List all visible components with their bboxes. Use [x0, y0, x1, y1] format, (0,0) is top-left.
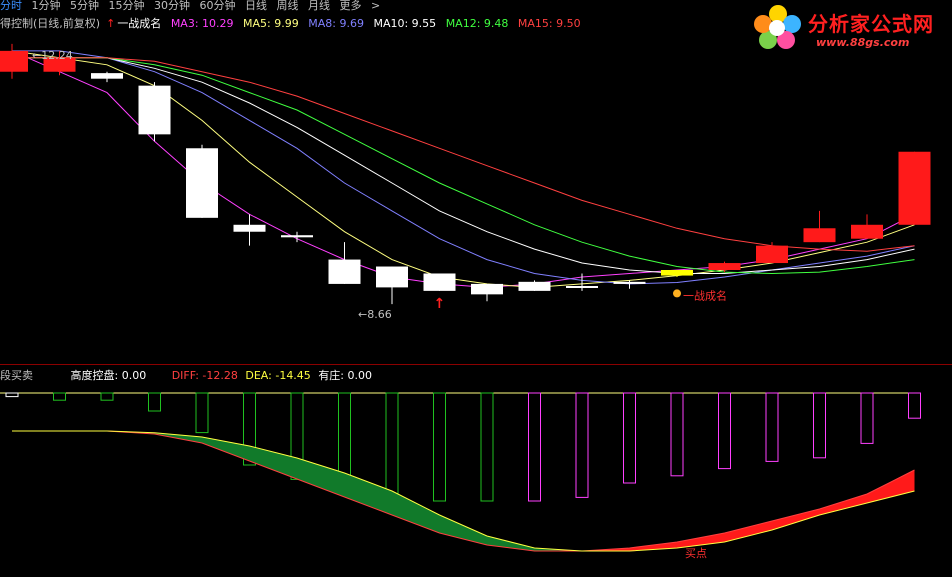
sub-title: 段买卖: [0, 369, 33, 382]
period-tab-1min[interactable]: 1分钟: [32, 0, 61, 12]
period-tab-15min[interactable]: 15分钟: [109, 0, 145, 12]
candle-body: [756, 245, 788, 264]
candle-body: [138, 85, 171, 135]
sub-bar: [195, 392, 209, 434]
ma8-label: MA8: 9.69: [308, 17, 364, 30]
sub-bar: [385, 392, 399, 498]
diff-label: DIFF: -12.28: [171, 369, 238, 382]
candle-body: [566, 286, 598, 288]
sub-bar: [148, 392, 161, 412]
sub-bar: [860, 392, 874, 444]
flower-logo-icon: [754, 5, 801, 49]
candle-body: [661, 270, 693, 276]
pane-divider: [0, 364, 952, 365]
ma5-label: MA5: 9.99: [243, 17, 299, 30]
ma10-label: MA10: 9.55: [373, 17, 437, 30]
period-tab-daily[interactable]: 日线: [245, 0, 267, 12]
candle-body: [708, 263, 741, 270]
sub-bar: [528, 392, 541, 502]
candle-body: [186, 148, 218, 218]
site-logo: 分析家公式网 www.88gs.com: [750, 2, 950, 52]
sub-bar: [718, 392, 731, 470]
candle-body: [851, 224, 883, 239]
zhuang-label: 有庄: 0.00: [318, 369, 373, 382]
indicator-title: 得控制(日线,前复权): [0, 17, 101, 30]
buy-arrow-icon: ↑: [434, 296, 446, 312]
ma12-label: MA12: 9.48: [445, 17, 509, 30]
sub-bar: [670, 392, 684, 477]
period-tab-30min[interactable]: 30分钟: [154, 0, 190, 12]
main-legend: 得控制(日线,前复权) ↑ 一战成名 MA3: 10.29 MA5: 9.99 MA…: [0, 15, 587, 31]
candle-body: [328, 259, 361, 284]
signal-label: 一战成名: [117, 17, 162, 30]
period-tab-60min[interactable]: 60分钟: [200, 0, 236, 12]
logo-url: www.88gs.com: [816, 36, 910, 49]
sub-bar: [53, 392, 66, 401]
diff-dea-band: [344, 473, 392, 515]
candle-body: [0, 50, 28, 72]
candle-body: [471, 283, 503, 295]
diff-dea-band: [439, 515, 487, 545]
candle-body: [803, 228, 836, 243]
candle-body: [91, 73, 123, 79]
sub-bar: [433, 392, 446, 502]
candle-body: [281, 235, 313, 238]
sub-bar: [100, 392, 114, 401]
sub-bar: [480, 392, 494, 502]
candle-body: [613, 281, 646, 284]
candle-body: [376, 266, 408, 288]
sub-bar: [338, 392, 351, 484]
low-price-label: ←8.66: [358, 308, 392, 321]
sub-bar: [575, 392, 589, 498]
period-tab-monthly[interactable]: 月线: [308, 0, 330, 12]
sub-signal-annotation: 买点: [685, 547, 707, 560]
diff-dea-band: [202, 437, 250, 461]
sub-bar: [813, 392, 826, 459]
chart-stage: ←12.24 ←8.66 ↑ 一战成名 买点: [0, 0, 952, 573]
logo-title: 分析家公式网: [808, 12, 934, 36]
candle-body: [233, 224, 266, 232]
ma15-label: MA15: 9.50: [517, 17, 581, 30]
diff-dea-band: [249, 446, 297, 479]
sub-legend: 段买卖 高度控盘: 0.00 DIFF: -12.28 DEA: -14.45 …: [0, 367, 376, 383]
chevron-right-icon[interactable]: >: [371, 0, 380, 12]
signal-annotation: 一战成名: [683, 288, 727, 302]
ma3-label: MA3: 10.29: [170, 17, 234, 30]
diff-dea-band: [867, 470, 915, 503]
dea-label: DEA: -14.45: [245, 369, 311, 382]
candle-body: [423, 273, 456, 291]
control-label: 高度控盘: 0.00: [70, 369, 147, 382]
candle-body: [518, 281, 551, 291]
period-tab-weekly[interactable]: 周线: [277, 0, 299, 12]
signal-dot-icon: [673, 289, 681, 298]
period-tab-intraday[interactable]: 分时: [0, 0, 22, 12]
candle-body: [898, 151, 931, 225]
up-arrow-icon: ↑: [106, 17, 116, 30]
kline-chart: ←12.24 ←8.66 ↑ 一战成名买点: [0, 43, 931, 560]
high-price-label: ←12.24: [32, 49, 73, 62]
period-toolbar: 分时 1分钟 5分钟 15分钟 30分钟 60分钟 日线 周线 月线 更多 >: [0, 0, 386, 12]
diff-dea-band: [297, 458, 345, 497]
sub-bar: [5, 392, 19, 398]
sub-bar: [765, 392, 779, 462]
diff-dea-band: [392, 491, 440, 533]
sub-bar: [623, 392, 636, 484]
sub-bar: [908, 392, 921, 419]
period-tab-5min[interactable]: 5分钟: [70, 0, 99, 12]
period-tab-more[interactable]: 更多: [340, 0, 362, 12]
